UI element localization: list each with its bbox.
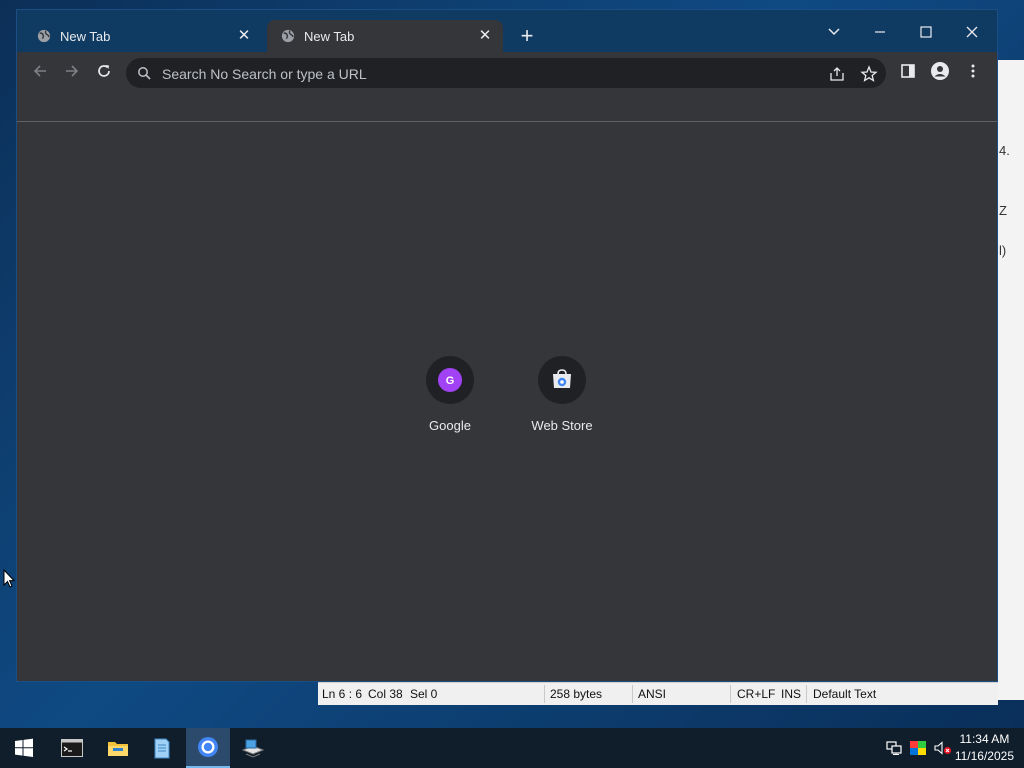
notepad-icon — [154, 738, 170, 759]
background-window-text: l) — [999, 243, 1007, 258]
shortcut-tile[interactable] — [538, 356, 586, 404]
remote-desktop-icon — [241, 739, 265, 758]
taskbar: 11:34 AM 11/16/2025 — [0, 728, 1024, 768]
shortcut-tile[interactable]: G — [426, 356, 474, 404]
taskbar-notepad[interactable] — [140, 728, 184, 768]
status-insert-mode: INS — [781, 687, 802, 701]
web-store-icon — [553, 369, 571, 388]
tab-title: New Tab — [60, 28, 111, 44]
system-tray — [886, 728, 952, 768]
back-button[interactable] — [29, 60, 51, 82]
clock-time: 11:34 AM — [959, 732, 1010, 746]
search-icon — [138, 67, 151, 80]
status-divider — [730, 685, 731, 703]
globe-icon — [281, 29, 295, 43]
forward-button[interactable] — [61, 60, 83, 82]
svg-text:G: G — [446, 375, 455, 387]
bookmark-star-icon[interactable] — [860, 65, 878, 83]
maximize-icon — [920, 26, 932, 38]
status-scheme: Default Text — [813, 687, 877, 701]
terminal-icon — [61, 739, 83, 757]
side-panel-icon — [901, 64, 915, 78]
profile-button[interactable] — [929, 60, 951, 82]
close-tab-icon[interactable]: ✕ — [477, 28, 493, 44]
status-divider — [544, 685, 545, 703]
tab-new-tab-2[interactable]: New Tab ✕ — [267, 20, 503, 52]
close-window-button[interactable] — [952, 18, 992, 46]
windows-start-icon — [15, 738, 33, 757]
arrow-right-icon — [66, 65, 79, 77]
taskbar-remote-desktop[interactable] — [231, 728, 275, 768]
file-explorer-icon — [108, 742, 128, 756]
reload-icon — [98, 65, 110, 77]
close-icon — [966, 26, 978, 38]
address-bar[interactable] — [126, 58, 886, 88]
bookmarks-bar — [17, 90, 997, 122]
chevron-down-icon — [828, 28, 840, 36]
close-tab-icon[interactable]: ✕ — [236, 28, 252, 44]
browser-window: New Tab ✕ New Tab ✕ + Search No Search o… — [17, 10, 997, 681]
taskbar-file-explorer[interactable] — [96, 728, 140, 768]
background-window-text: Z — [999, 203, 1007, 218]
arrow-left-icon — [33, 65, 46, 77]
maximize-button[interactable] — [906, 18, 946, 46]
status-file-size: 258 bytes — [550, 687, 603, 701]
new-tab-page: G Google Web Store — [17, 122, 997, 681]
tab-search-button[interactable] — [814, 18, 854, 46]
network-icon[interactable] — [886, 741, 902, 755]
mouse-pointer-icon — [3, 569, 15, 588]
minimize-icon — [875, 31, 885, 33]
start-button[interactable] — [2, 728, 46, 768]
profile-avatar-icon — [931, 62, 949, 80]
notepad-status-bar: Ln 6 : 6 Col 38 Sel 0 258 bytes ANSI CR+… — [318, 682, 998, 705]
status-line-col: Ln 6 : 6 — [322, 687, 363, 701]
clock-date: 11/16/2025 — [954, 749, 1014, 763]
chrome-icon — [198, 737, 218, 757]
shortcut-label: Web Store — [531, 418, 593, 433]
taskbar-chrome[interactable] — [186, 728, 230, 768]
shortcut-google[interactable]: G Google — [394, 356, 506, 433]
status-column: Col 38 — [368, 687, 403, 701]
taskbar-clock[interactable]: 11:34 AM 11/16/2025 — [955, 731, 1014, 765]
volume-muted-icon[interactable] — [934, 741, 952, 755]
tab-title: New Tab — [304, 28, 355, 44]
shortcut-web-store[interactable]: Web Store — [506, 356, 618, 433]
status-divider — [632, 685, 633, 703]
title-bar[interactable]: New Tab ✕ New Tab ✕ + — [17, 10, 997, 52]
color-management-icon[interactable] — [910, 741, 926, 755]
status-selection: Sel 0 — [410, 687, 438, 701]
status-line-endings: CR+LF — [737, 687, 776, 701]
tab-new-tab-1[interactable]: New Tab ✕ — [23, 20, 262, 52]
side-panel-button[interactable] — [897, 60, 919, 82]
taskbar-terminal[interactable] — [50, 728, 94, 768]
share-icon[interactable] — [828, 65, 846, 83]
shortcut-label: Google — [429, 418, 471, 433]
reload-button[interactable] — [93, 60, 115, 82]
globe-icon — [37, 29, 51, 43]
google-g-icon: G — [438, 368, 462, 392]
minimize-button[interactable] — [860, 18, 900, 46]
background-window-text: 4. — [999, 143, 1010, 158]
menu-button[interactable] — [962, 60, 984, 82]
address-input[interactable] — [160, 63, 764, 85]
status-divider — [806, 685, 807, 703]
new-tab-button[interactable]: + — [515, 25, 539, 49]
browser-toolbar — [17, 52, 997, 90]
more-vertical-icon — [971, 64, 975, 78]
status-encoding: ANSI — [638, 687, 667, 701]
